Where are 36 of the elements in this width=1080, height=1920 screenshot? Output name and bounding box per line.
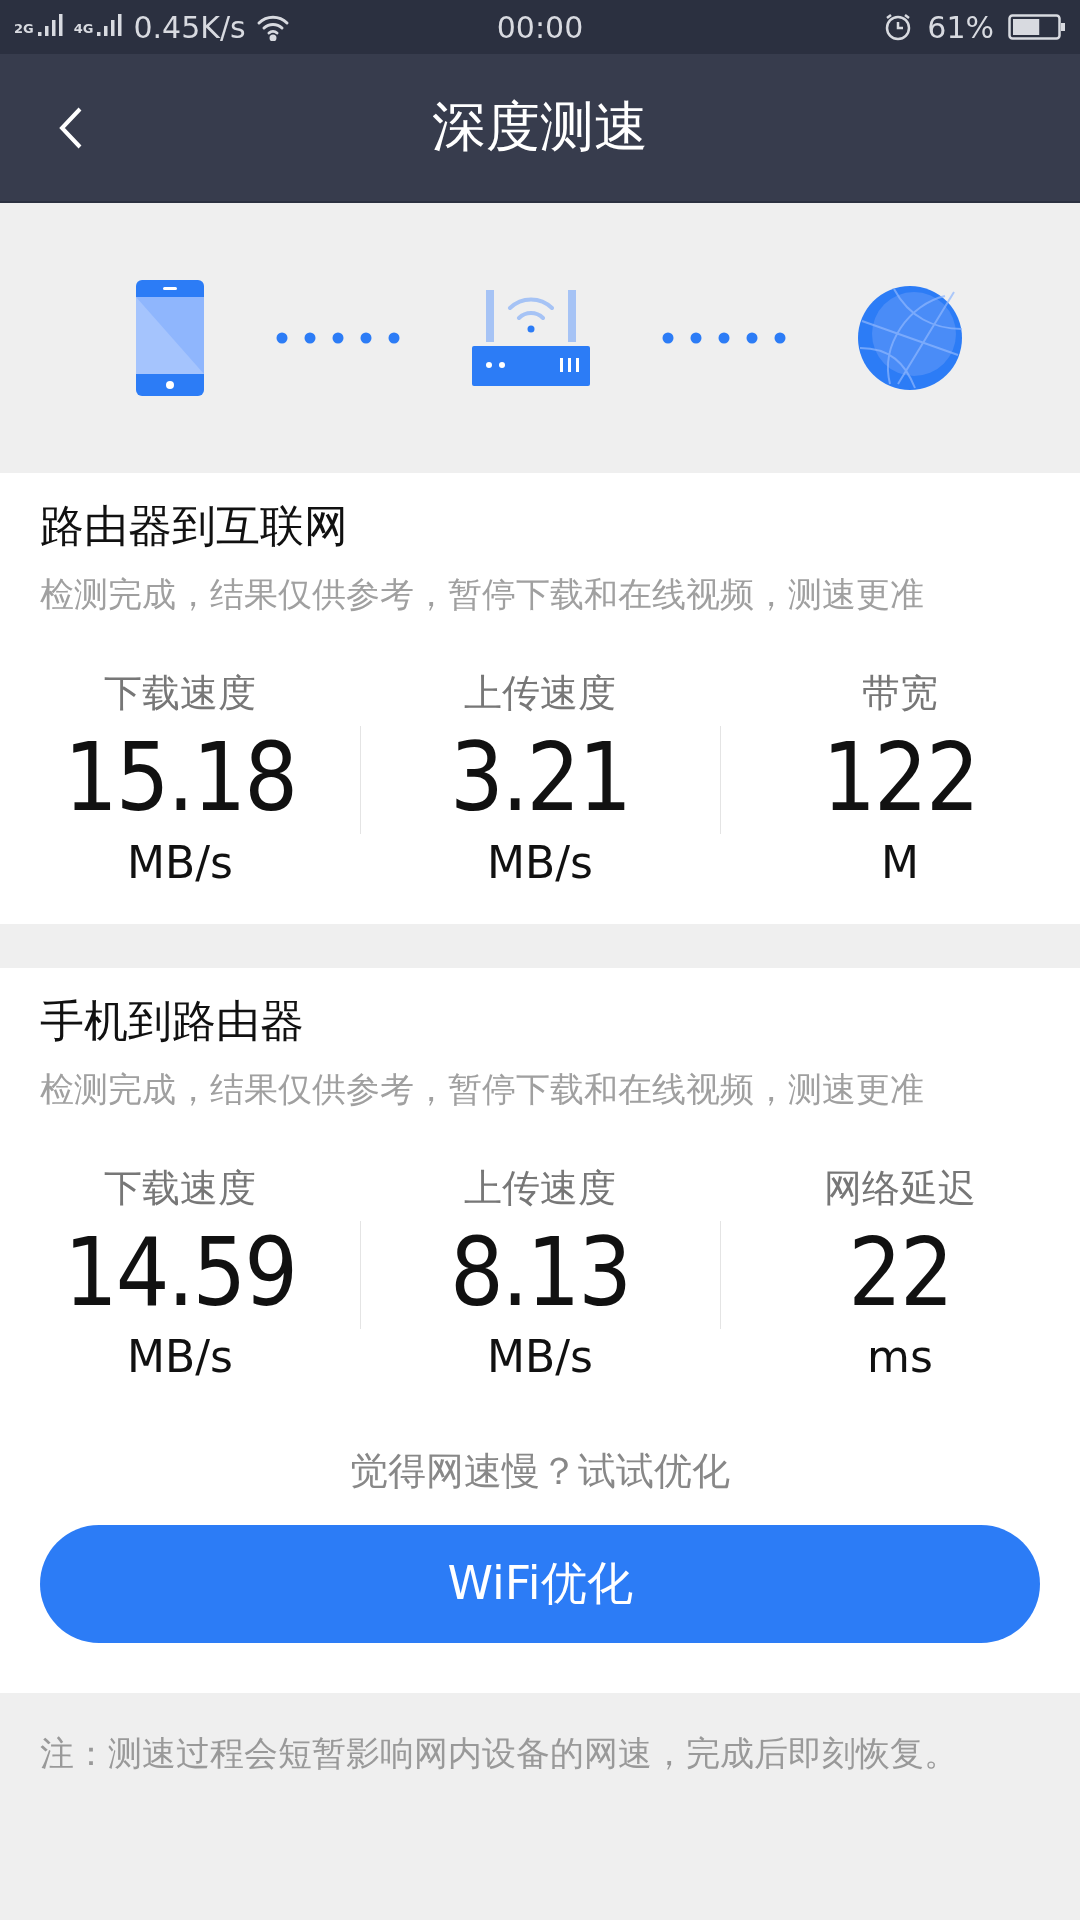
clock-time: 00:00	[496, 9, 584, 45]
metric-unit: ms	[867, 1331, 933, 1382]
metric-label: 下载速度	[104, 1164, 256, 1212]
footnote: 注：测速过程会短暂影响网内设备的网速，完成后即刻恢复。	[39, 1732, 959, 1775]
metric-unit: MB/s	[487, 1331, 593, 1382]
optimize-prompt: 觉得网速慢？试试优化	[350, 1448, 730, 1495]
wifi-optimize-button[interactable]: WiFi优化	[40, 1525, 1040, 1643]
metric-label: 上传速度	[464, 1164, 616, 1212]
metric-label: 下载速度	[104, 670, 256, 717]
section-title: 路由器到互联网	[39, 499, 349, 553]
network-type: 4G	[73, 21, 94, 35]
metric-unit: M	[881, 836, 919, 888]
back-icon[interactable]	[58, 105, 84, 150]
metric-label: 网络延迟	[824, 1164, 976, 1212]
metric-value: 22	[848, 1216, 952, 1329]
section-subtitle: 检测完成，结果仅供参考，暂停下载和在线视频，测速更准	[39, 573, 925, 616]
network-speed: 0.45K/s	[133, 9, 246, 45]
battery-percent: 61%	[927, 9, 994, 45]
metric-value: 122	[822, 722, 978, 834]
metric-value: 8.13	[449, 1216, 631, 1329]
metric-value: 15.18	[64, 722, 296, 834]
section-subtitle: 检测完成，结果仅供参考，暂停下载和在线视频，测速更准	[39, 1067, 925, 1111]
metric-label: 带宽	[862, 670, 938, 717]
page-title: 深度测速	[432, 94, 648, 160]
metric-label: 上传速度	[464, 670, 616, 717]
router-icon	[472, 290, 590, 386]
metric-unit: MB/s	[487, 836, 593, 888]
metric-value: 3.21	[449, 722, 631, 834]
wifi-icon	[255, 13, 290, 41]
metric-unit: MB/s	[127, 1331, 233, 1382]
section-title: 手机到路由器	[39, 993, 305, 1048]
network-type: 2G	[14, 21, 34, 35]
metric-unit: MB/s	[127, 836, 233, 888]
globe-icon	[858, 286, 962, 390]
phone-icon	[136, 280, 204, 396]
metric-value: 14.59	[64, 1216, 296, 1329]
